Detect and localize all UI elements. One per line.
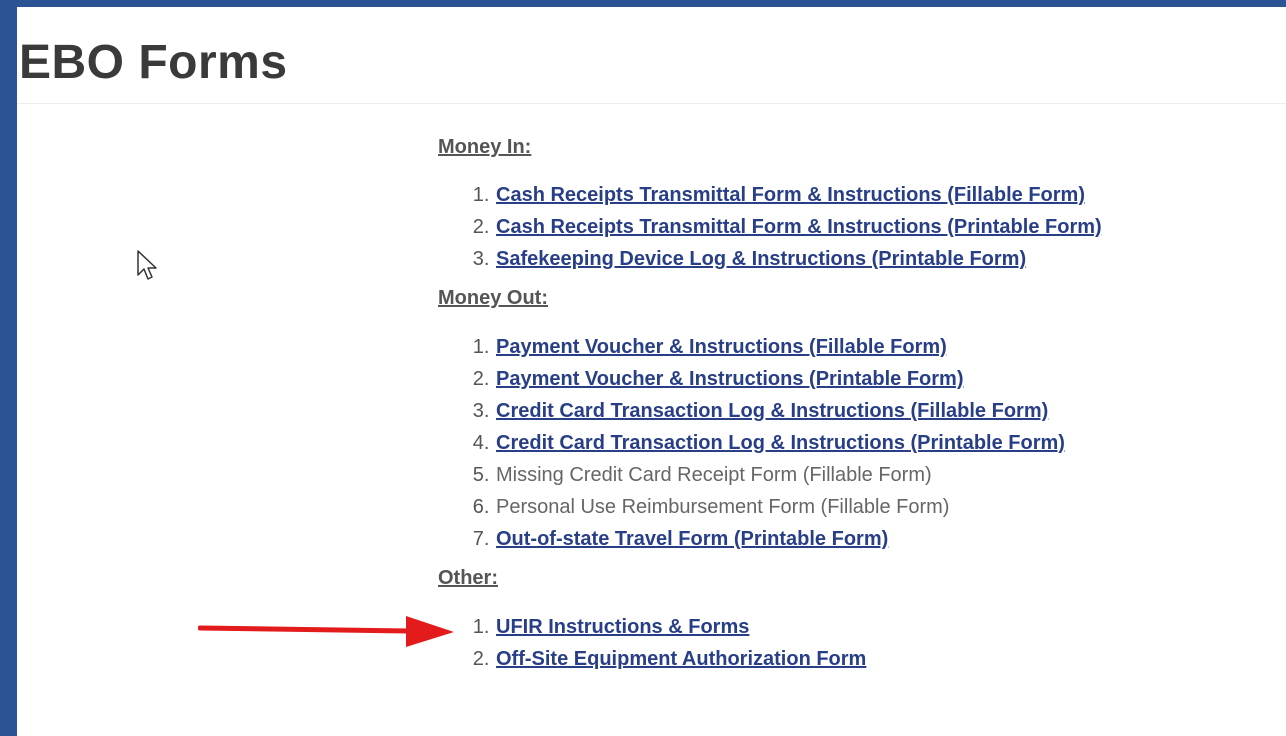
section-heading-money-out: Money Out:: [438, 287, 548, 309]
list-item: Credit Card Transaction Log & Instructio…: [495, 427, 1278, 459]
form-text-unlinked: Missing Credit Card Receipt Form (Fillab…: [496, 464, 932, 486]
money-out-list: Payment Voucher & Instructions (Fillable…: [438, 331, 1278, 555]
section-heading-other: Other:: [438, 567, 498, 589]
other-list: UFIR Instructions & Forms Off-Site Equip…: [438, 611, 1278, 675]
form-link[interactable]: Off-Site Equipment Authorization Form: [496, 648, 866, 670]
list-item: Credit Card Transaction Log & Instructio…: [495, 395, 1278, 427]
section-heading-money-in: Money In:: [438, 136, 532, 158]
list-item: Payment Voucher & Instructions (Printabl…: [495, 363, 1278, 395]
list-item: Missing Credit Card Receipt Form (Fillab…: [495, 459, 1278, 491]
money-in-list: Cash Receipts Transmittal Form & Instruc…: [438, 179, 1278, 275]
form-link[interactable]: Payment Voucher & Instructions (Fillable…: [496, 336, 947, 358]
title-divider: [17, 103, 1286, 104]
list-item: Cash Receipts Transmittal Form & Instruc…: [495, 179, 1278, 211]
mouse-pointer-icon: [137, 250, 157, 280]
page-title: EBO Forms: [19, 36, 288, 89]
form-link[interactable]: Credit Card Transaction Log & Instructio…: [496, 432, 1065, 454]
list-item: Personal Use Reimbursement Form (Fillabl…: [495, 491, 1278, 523]
form-link[interactable]: Safekeeping Device Log & Instructions (P…: [496, 248, 1026, 270]
list-item: Off-Site Equipment Authorization Form: [495, 643, 1278, 675]
list-item: Safekeeping Device Log & Instructions (P…: [495, 243, 1278, 275]
form-text-unlinked: Personal Use Reimbursement Form (Fillabl…: [496, 496, 950, 518]
list-item: Payment Voucher & Instructions (Fillable…: [495, 331, 1278, 363]
form-link[interactable]: Payment Voucher & Instructions (Printabl…: [496, 368, 963, 390]
form-link-ufir[interactable]: UFIR Instructions & Forms: [496, 616, 749, 638]
section-money-out: Money Out: Payment Voucher & Instruction…: [438, 286, 1278, 555]
list-item: Cash Receipts Transmittal Form & Instruc…: [495, 211, 1278, 243]
red-arrow-icon: [198, 616, 454, 647]
form-link[interactable]: Cash Receipts Transmittal Form & Instruc…: [496, 184, 1085, 206]
form-link[interactable]: Cash Receipts Transmittal Form & Instruc…: [496, 216, 1102, 238]
forms-content: Money In: Cash Receipts Transmittal Form…: [438, 135, 1278, 675]
section-other: Other: UFIR Instructions & Forms Off-Sit…: [438, 566, 1278, 675]
list-item: Out-of-state Travel Form (Printable Form…: [495, 523, 1278, 555]
form-link[interactable]: Out-of-state Travel Form (Printable Form…: [496, 528, 888, 550]
list-item: UFIR Instructions & Forms: [495, 611, 1278, 643]
form-link[interactable]: Credit Card Transaction Log & Instructio…: [496, 400, 1048, 422]
section-money-in: Money In: Cash Receipts Transmittal Form…: [438, 135, 1278, 275]
